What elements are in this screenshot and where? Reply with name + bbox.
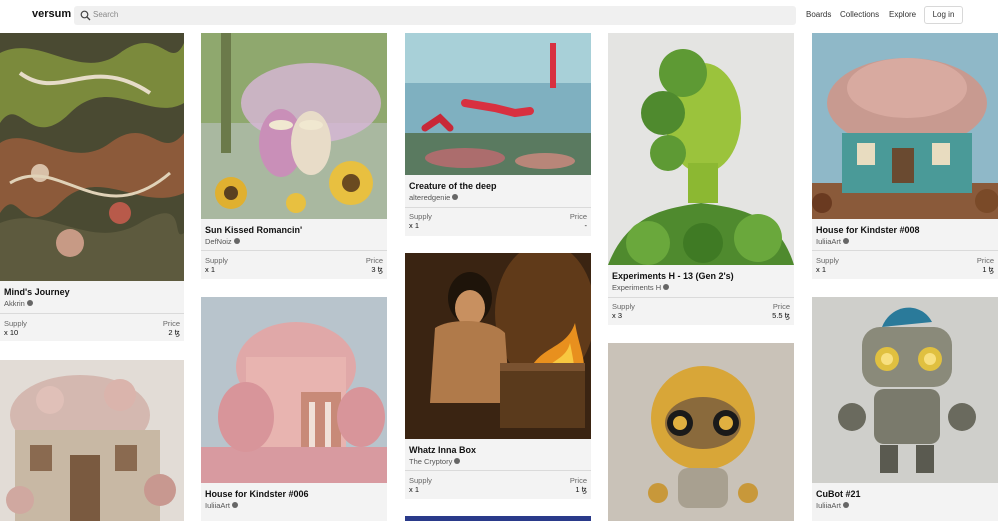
- artwork-image[interactable]: [608, 343, 794, 521]
- artwork-image[interactable]: [812, 297, 998, 483]
- card-artist[interactable]: DefNoiz: [205, 237, 240, 246]
- price-value: 2 ꜩ: [168, 328, 180, 337]
- supply-label: Supply: [816, 256, 839, 265]
- card-title[interactable]: Experiments H - 13 (Gen 2's): [612, 271, 734, 281]
- artwork-image[interactable]: [201, 297, 387, 483]
- card-title[interactable]: CuBot #21: [816, 489, 861, 499]
- top-bar: versum Search Boards Collections Explore…: [0, 0, 1000, 32]
- price-value: 5.5 ꜩ: [772, 311, 790, 320]
- price-label: Price: [772, 302, 790, 311]
- price-label: Price: [162, 319, 180, 328]
- supply-label: Supply: [409, 476, 432, 485]
- supply-value: x 10: [4, 328, 19, 337]
- supply-label: Supply: [205, 256, 228, 265]
- nft-card[interactable]: [608, 343, 794, 521]
- nft-card[interactable]: Sun Kissed Romancin' DefNoiz Supply x 1 …: [201, 33, 387, 279]
- divider: [405, 470, 591, 471]
- card-artist[interactable]: Akkrin: [4, 299, 33, 308]
- supply-value: x 3: [612, 311, 623, 320]
- artwork-image[interactable]: [812, 33, 998, 219]
- nft-card[interactable]: [405, 516, 591, 521]
- verified-icon: [232, 502, 239, 509]
- divider: [608, 297, 794, 298]
- supply-label: Supply: [612, 302, 635, 311]
- supply-value: x 1: [409, 485, 420, 494]
- price-label: Price: [976, 256, 994, 265]
- nft-card[interactable]: Mind's Journey Akkrin Supply x 10 Price …: [0, 33, 184, 341]
- verified-icon: [454, 458, 461, 465]
- supply-label: Supply: [4, 319, 27, 328]
- card-title[interactable]: Creature of the deep: [409, 181, 497, 191]
- search-placeholder: Search: [93, 10, 119, 19]
- verified-icon: [843, 238, 850, 245]
- divider: [812, 250, 998, 251]
- verified-icon: [663, 284, 670, 291]
- nft-card[interactable]: CuBot #21 IuliiaArt: [812, 297, 998, 521]
- price-label: Price: [569, 212, 587, 221]
- nft-card[interactable]: Whatz Inna Box The Cryptory Supply x 1 P…: [405, 253, 591, 499]
- card-title[interactable]: Mind's Journey: [4, 287, 70, 297]
- verified-icon: [233, 238, 240, 245]
- divider: [201, 250, 387, 251]
- nft-card[interactable]: House for Kindster #008 IuliiaArt Supply…: [812, 33, 998, 279]
- card-artist[interactable]: IuliiaArt: [816, 237, 850, 246]
- verified-icon: [843, 502, 850, 509]
- divider: [405, 207, 591, 208]
- card-artist[interactable]: alteredgenie: [409, 193, 459, 202]
- card-artist[interactable]: IuliiaArt: [816, 501, 850, 510]
- artwork-image[interactable]: [405, 33, 591, 175]
- artwork-image[interactable]: [0, 360, 184, 521]
- nft-card[interactable]: House for Kindster #006 IuliiaArt: [201, 297, 387, 521]
- verified-icon: [452, 194, 459, 201]
- login-button[interactable]: Log in: [924, 6, 963, 24]
- artwork-image[interactable]: [201, 33, 387, 219]
- price-value: -: [584, 221, 588, 230]
- price-value: 1 ꜩ: [575, 485, 587, 494]
- card-title[interactable]: House for Kindster #008: [816, 225, 920, 235]
- verified-icon: [26, 300, 33, 307]
- supply-value: x 1: [816, 265, 827, 274]
- supply-value: x 1: [409, 221, 420, 230]
- nft-card[interactable]: Experiments H - 13 (Gen 2's) Experiments…: [608, 33, 794, 325]
- card-artist[interactable]: Experiments H: [612, 283, 670, 292]
- price-label: Price: [365, 256, 383, 265]
- price-value: 1 ꜩ: [982, 265, 994, 274]
- price-value: 3 ꜩ: [371, 265, 383, 274]
- supply-label: Supply: [409, 212, 432, 221]
- card-title[interactable]: House for Kindster #006: [205, 489, 309, 499]
- supply-value: x 1: [205, 265, 216, 274]
- search-icon: [79, 9, 92, 22]
- card-title[interactable]: Sun Kissed Romancin': [205, 225, 302, 235]
- card-artist[interactable]: IuliiaArt: [205, 501, 239, 510]
- nav-explore[interactable]: Explore: [889, 10, 916, 19]
- card-title[interactable]: Whatz Inna Box: [409, 445, 476, 455]
- nft-card[interactable]: [0, 360, 184, 521]
- price-label: Price: [569, 476, 587, 485]
- nft-card[interactable]: Creature of the deep alteredgenie Supply…: [405, 33, 591, 236]
- card-artist[interactable]: The Cryptory: [409, 457, 461, 466]
- nav-collections[interactable]: Collections: [840, 10, 879, 19]
- artwork-image[interactable]: [608, 33, 794, 265]
- versum-logo[interactable]: versum: [32, 8, 71, 20]
- artwork-image[interactable]: [405, 253, 591, 439]
- search-input[interactable]: Search: [74, 6, 796, 25]
- artwork-image[interactable]: [0, 33, 184, 281]
- divider: [0, 313, 184, 314]
- nav-boards[interactable]: Boards: [806, 10, 831, 19]
